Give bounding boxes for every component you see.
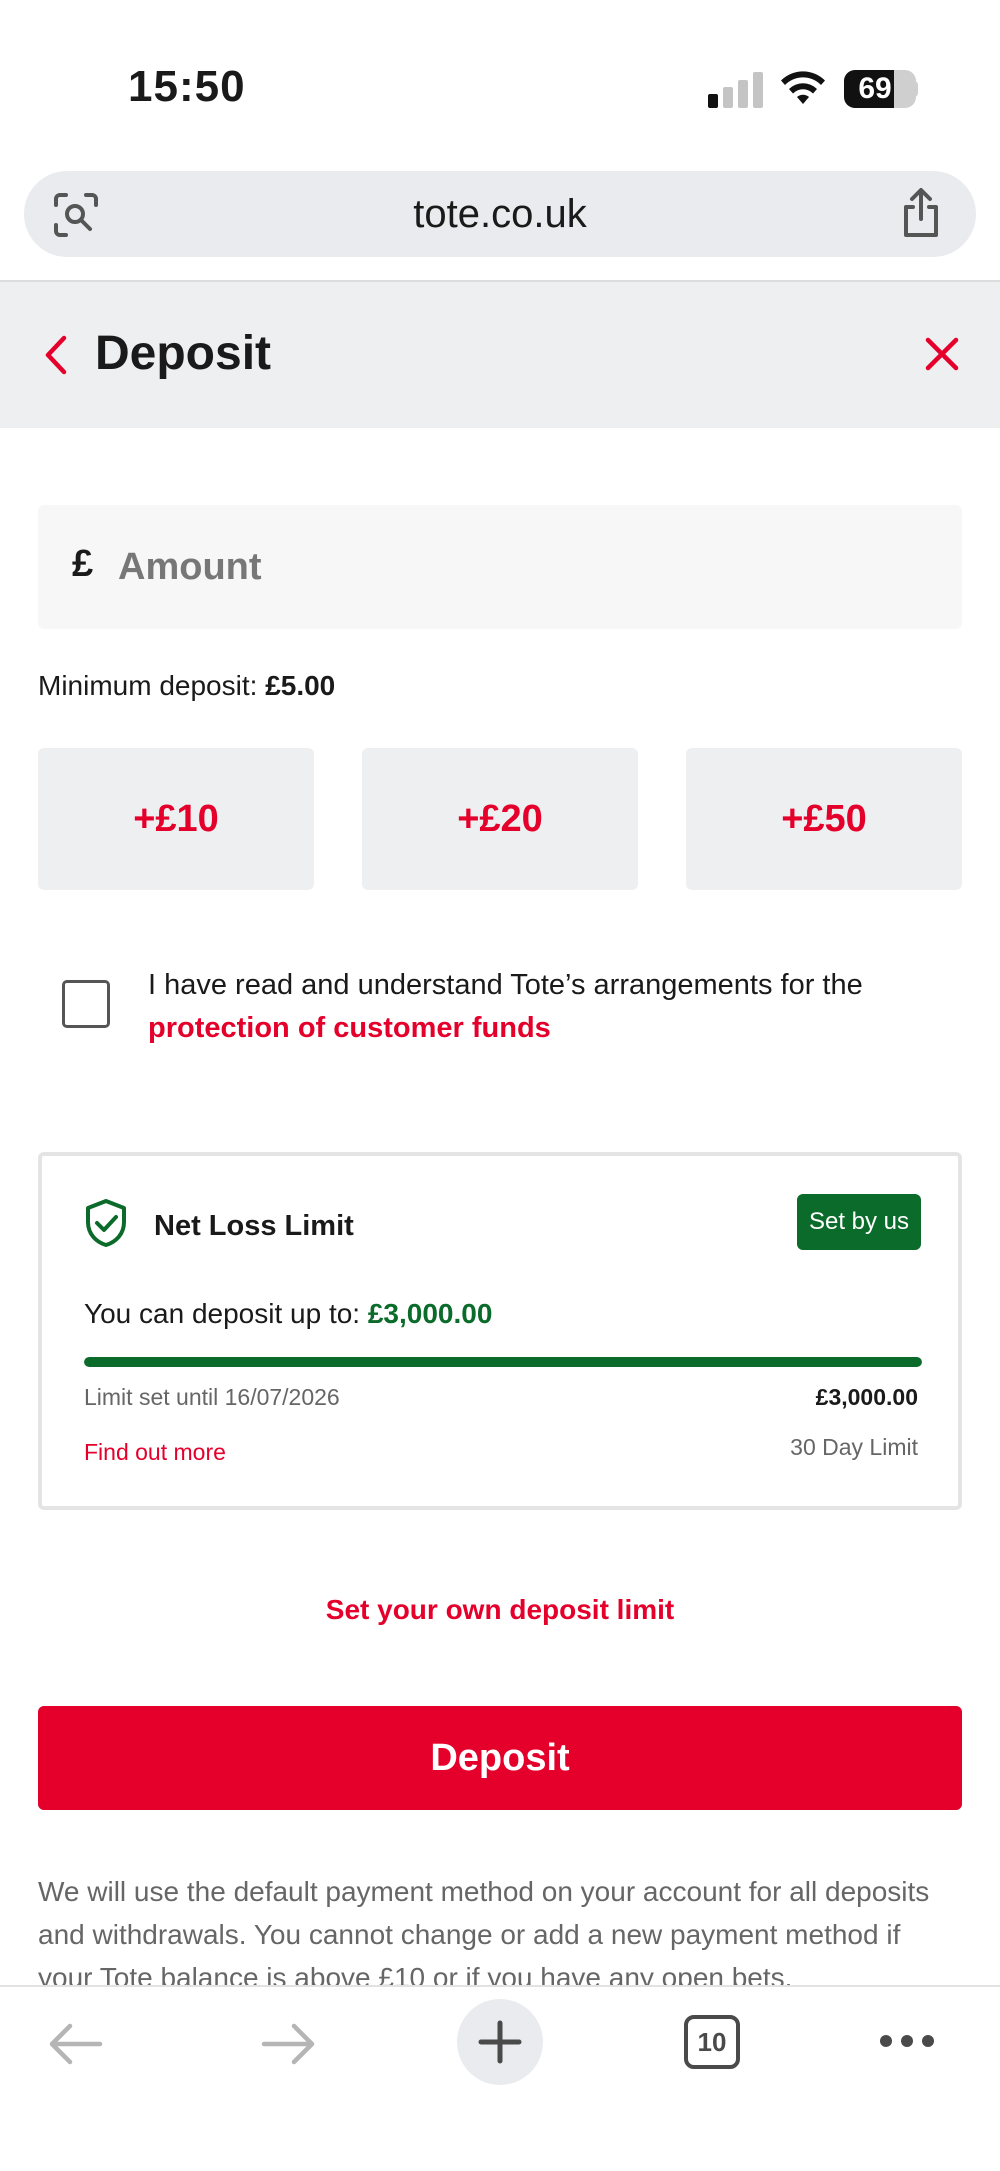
limit-progress-bar [84, 1357, 922, 1367]
limit-expiry: Limit set until 16/07/2026 [84, 1384, 340, 1410]
set-own-deposit-limit-link[interactable]: Set your own deposit limit [0, 1594, 1000, 1626]
customer-funds-link[interactable]: protection of customer funds [148, 1007, 948, 1050]
minimum-deposit-label: Minimum deposit: [38, 670, 258, 701]
deposit-button[interactable]: Deposit [38, 1706, 962, 1810]
share-icon[interactable] [896, 187, 946, 239]
tab-count-button[interactable]: 10 [684, 2015, 740, 2069]
currency-symbol: £ [72, 543, 94, 585]
amount-field[interactable]: £ [38, 505, 962, 629]
net-loss-limit-card: Net Loss Limit Set by us You can deposit… [38, 1152, 962, 1510]
consent-checkbox[interactable] [62, 980, 110, 1028]
shield-check-icon [86, 1199, 126, 1247]
battery-icon: 69 [844, 70, 916, 108]
battery-percentage: 69 [858, 72, 892, 105]
deposit-allowance: You can deposit up to: £3,000.00 [84, 1298, 492, 1330]
limit-max-amount: £3,000.00 [815, 1384, 918, 1410]
limit-period: 30 Day Limit [790, 1434, 918, 1460]
url-text: tote.co.uk [413, 192, 587, 236]
status-time: 15:50 [128, 62, 246, 111]
status-bar: 15:50 69 [0, 0, 1000, 170]
arrow-right-icon[interactable] [258, 2019, 318, 2069]
browser-toolbar: 10 [0, 1985, 1000, 2171]
quick-add-50-button[interactable]: +£50 [686, 748, 962, 890]
consent-statement: I have read and understand Tote’s arrang… [148, 969, 863, 1001]
payment-method-note: We will use the default payment method o… [38, 1876, 930, 1985]
find-out-more-link[interactable]: Find out more [84, 1439, 226, 1466]
close-icon[interactable] [924, 336, 960, 372]
chevron-left-icon[interactable] [40, 332, 72, 378]
address-bar[interactable]: tote.co.uk [24, 171, 976, 257]
cellular-signal-icon [708, 72, 763, 108]
more-options-icon[interactable] [878, 2031, 936, 2051]
quick-add-10-button[interactable]: +£10 [38, 748, 314, 890]
page-title: Deposit [95, 327, 272, 380]
page-header: Deposit [0, 282, 1000, 428]
wifi-icon [781, 71, 825, 104]
new-tab-button[interactable] [457, 1999, 543, 2085]
quick-add-20-button[interactable]: +£20 [362, 748, 638, 890]
battery-nub [912, 81, 918, 97]
minimum-deposit-info: Minimum deposit: £5.00 [38, 670, 335, 702]
minimum-deposit-value: £5.00 [265, 670, 336, 701]
plus-icon [478, 2020, 522, 2064]
deposit-allowance-amount: £3,000.00 [367, 1298, 493, 1329]
limit-progress-fill [84, 1357, 922, 1367]
limit-title: Net Loss Limit [154, 1210, 354, 1242]
amount-input[interactable] [118, 527, 938, 607]
limit-source-badge: Set by us [797, 1194, 921, 1250]
consent-text: I have read and understand Tote’s arrang… [148, 964, 948, 1050]
deposit-allowance-label: You can deposit up to: [84, 1298, 361, 1329]
arrow-left-icon[interactable] [46, 2019, 106, 2069]
